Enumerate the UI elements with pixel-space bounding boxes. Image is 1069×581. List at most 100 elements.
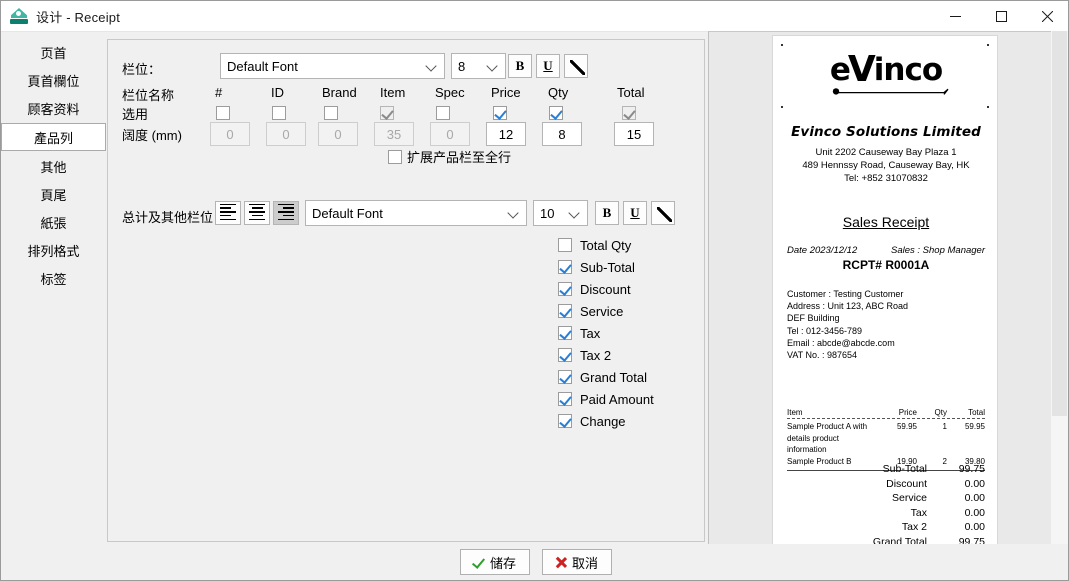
totals-checkbox[interactable] [558, 370, 572, 384]
column-use-checkbox[interactable] [216, 106, 230, 120]
check-icon [473, 556, 485, 568]
maximize-icon[interactable] [978, 1, 1024, 32]
preview-scrollbar-thumb[interactable] [1052, 31, 1067, 416]
chevron-down-icon [487, 60, 499, 72]
margin-marker [781, 44, 783, 46]
totals-checkbox[interactable] [558, 260, 572, 274]
totals-section-label: 总计及其他栏位： [122, 210, 227, 225]
product-list-settings-panel: 栏位： Default Font 8 B U 栏位名称 选用 阔度 (mm) #… [107, 39, 705, 542]
table-header-price: Price [898, 408, 917, 417]
sidebar-item-header-fields[interactable]: 頁首欄位 [1, 67, 106, 93]
chevron-down-icon [508, 207, 520, 219]
totals-item-label: Discount [580, 281, 631, 297]
totals-row: Tax 0.00 [787, 506, 985, 521]
minimize-icon[interactable] [932, 1, 978, 32]
expand-product-label: 扩展产品栏至全行 [407, 150, 512, 165]
sidebar-item-label-tab[interactable]: 标签 [1, 265, 106, 291]
table-header-item: Item [787, 408, 803, 417]
table-row: Sample Product A with 59.95 1 59.95 [787, 421, 985, 433]
totals-row-value: 99.75 [958, 463, 985, 475]
totals-item-label: Service [580, 303, 624, 319]
column-width-input[interactable]: 0 [266, 122, 306, 146]
close-icon[interactable] [1024, 1, 1068, 32]
totals-underline-button[interactable]: U [623, 201, 647, 225]
column-use-checkbox[interactable] [272, 106, 286, 120]
sidebar-item-header[interactable]: 页首 [1, 39, 106, 65]
totals-checkbox[interactable] [558, 282, 572, 296]
field-name-label: 栏位名称 [122, 88, 175, 103]
cell-price: 59.95 [896, 422, 917, 431]
sidebar-item-label: 產品列 [33, 130, 73, 146]
expand-product-checkbox[interactable] [388, 149, 402, 164]
totals-row-label: Sub-Total [882, 463, 927, 475]
totals-item-label: Paid Amount [580, 391, 654, 407]
field-font-size-value: 8 [458, 58, 466, 74]
totals-checkbox[interactable] [558, 304, 572, 318]
logo-v: V [847, 49, 876, 90]
totals-font-select[interactable]: Default Font [305, 200, 527, 226]
align-center-button[interactable] [244, 201, 270, 225]
totals-item-label: Tax 2 [580, 347, 612, 363]
cell-total: 59.95 [964, 422, 985, 431]
totals-checkbox[interactable] [558, 326, 572, 340]
window-controls [932, 1, 1068, 32]
totals-row-label: Discount [886, 477, 927, 490]
sidebar-item-label: 其他 [40, 159, 67, 175]
sidebar-item-layout[interactable]: 排列格式 [1, 237, 106, 263]
totals-item-label: Sub-Total [580, 259, 635, 275]
close-x-icon [555, 556, 567, 568]
sidebar-item-product-list[interactable]: 產品列 [1, 123, 106, 151]
sidebar-item-label: 排列格式 [27, 243, 80, 259]
chevron-down-icon [426, 60, 438, 72]
totals-checkbox[interactable] [558, 238, 572, 252]
column-use-checkbox[interactable] [436, 106, 450, 120]
receipt-date: Date 2023/12/12 [787, 245, 858, 256]
totals-checkbox[interactable] [558, 414, 572, 428]
field-font-size-select[interactable]: 8 [451, 53, 506, 79]
sidebar-item-footer[interactable]: 頁尾 [1, 181, 106, 207]
align-left-button[interactable] [215, 201, 241, 225]
totals-checkbox[interactable] [558, 348, 572, 362]
totals-bold-button[interactable]: B [595, 201, 619, 225]
preview-scrollbar[interactable] [1051, 31, 1068, 546]
column-width-input[interactable]: 12 [486, 122, 526, 146]
totals-font-size-value: 10 [540, 205, 555, 221]
column-use-checkbox[interactable] [324, 106, 338, 120]
field-italic-color-icon[interactable] [564, 54, 588, 78]
receipt-meta: Date 2023/12/12 Sales : Shop Manager [787, 245, 985, 256]
field-font-select[interactable]: Default Font [220, 53, 445, 79]
receipt-preview-pane: eVinco Evinco Solutions Limited Unit 220… [708, 31, 1052, 546]
sidebar-item-label: 紙張 [40, 215, 67, 231]
totals-item-label: Change [580, 413, 626, 429]
logo-rest: inco [873, 52, 943, 88]
totals-item-label: Total Qty [580, 237, 632, 253]
column-use-checkbox [380, 106, 394, 120]
column-width-input[interactable]: 0 [210, 122, 250, 146]
logo-swoosh-icon [832, 88, 949, 95]
column-width-input[interactable]: 0 [318, 122, 358, 146]
column-width-input[interactable]: 8 [542, 122, 582, 146]
totals-italic-color-icon[interactable] [651, 201, 675, 225]
column-width-input[interactable]: 0 [430, 122, 470, 146]
field-bold-button[interactable]: B [508, 54, 532, 78]
margin-marker [987, 44, 989, 46]
totals-row-value: 0.00 [964, 521, 985, 533]
column-width-input[interactable]: 15 [614, 122, 654, 146]
totals-row-value: 0.00 [964, 492, 985, 504]
logo-e: e [829, 52, 851, 88]
sidebar-item-customer-info[interactable]: 顾客资料 [1, 95, 106, 121]
sidebar-item-other[interactable]: 其他 [1, 153, 106, 179]
cancel-button[interactable]: 取消 [541, 549, 612, 575]
align-right-button[interactable] [273, 201, 299, 225]
column-use-checkbox[interactable] [493, 106, 507, 120]
margin-marker [781, 106, 783, 108]
totals-checkbox[interactable] [558, 392, 572, 406]
totals-font-size-select[interactable]: 10 [533, 200, 588, 226]
sidebar-item-paper[interactable]: 紙張 [1, 209, 106, 235]
expand-product-row[interactable]: 扩展产品栏至全行 [388, 147, 511, 166]
column-use-checkbox[interactable] [549, 106, 563, 120]
field-underline-button[interactable]: U [536, 54, 560, 78]
save-button[interactable]: 储存 [459, 549, 530, 575]
company-name: Evinco Solutions Limited [791, 124, 981, 140]
customer-vat: VAT No. : 987654 [787, 350, 858, 361]
